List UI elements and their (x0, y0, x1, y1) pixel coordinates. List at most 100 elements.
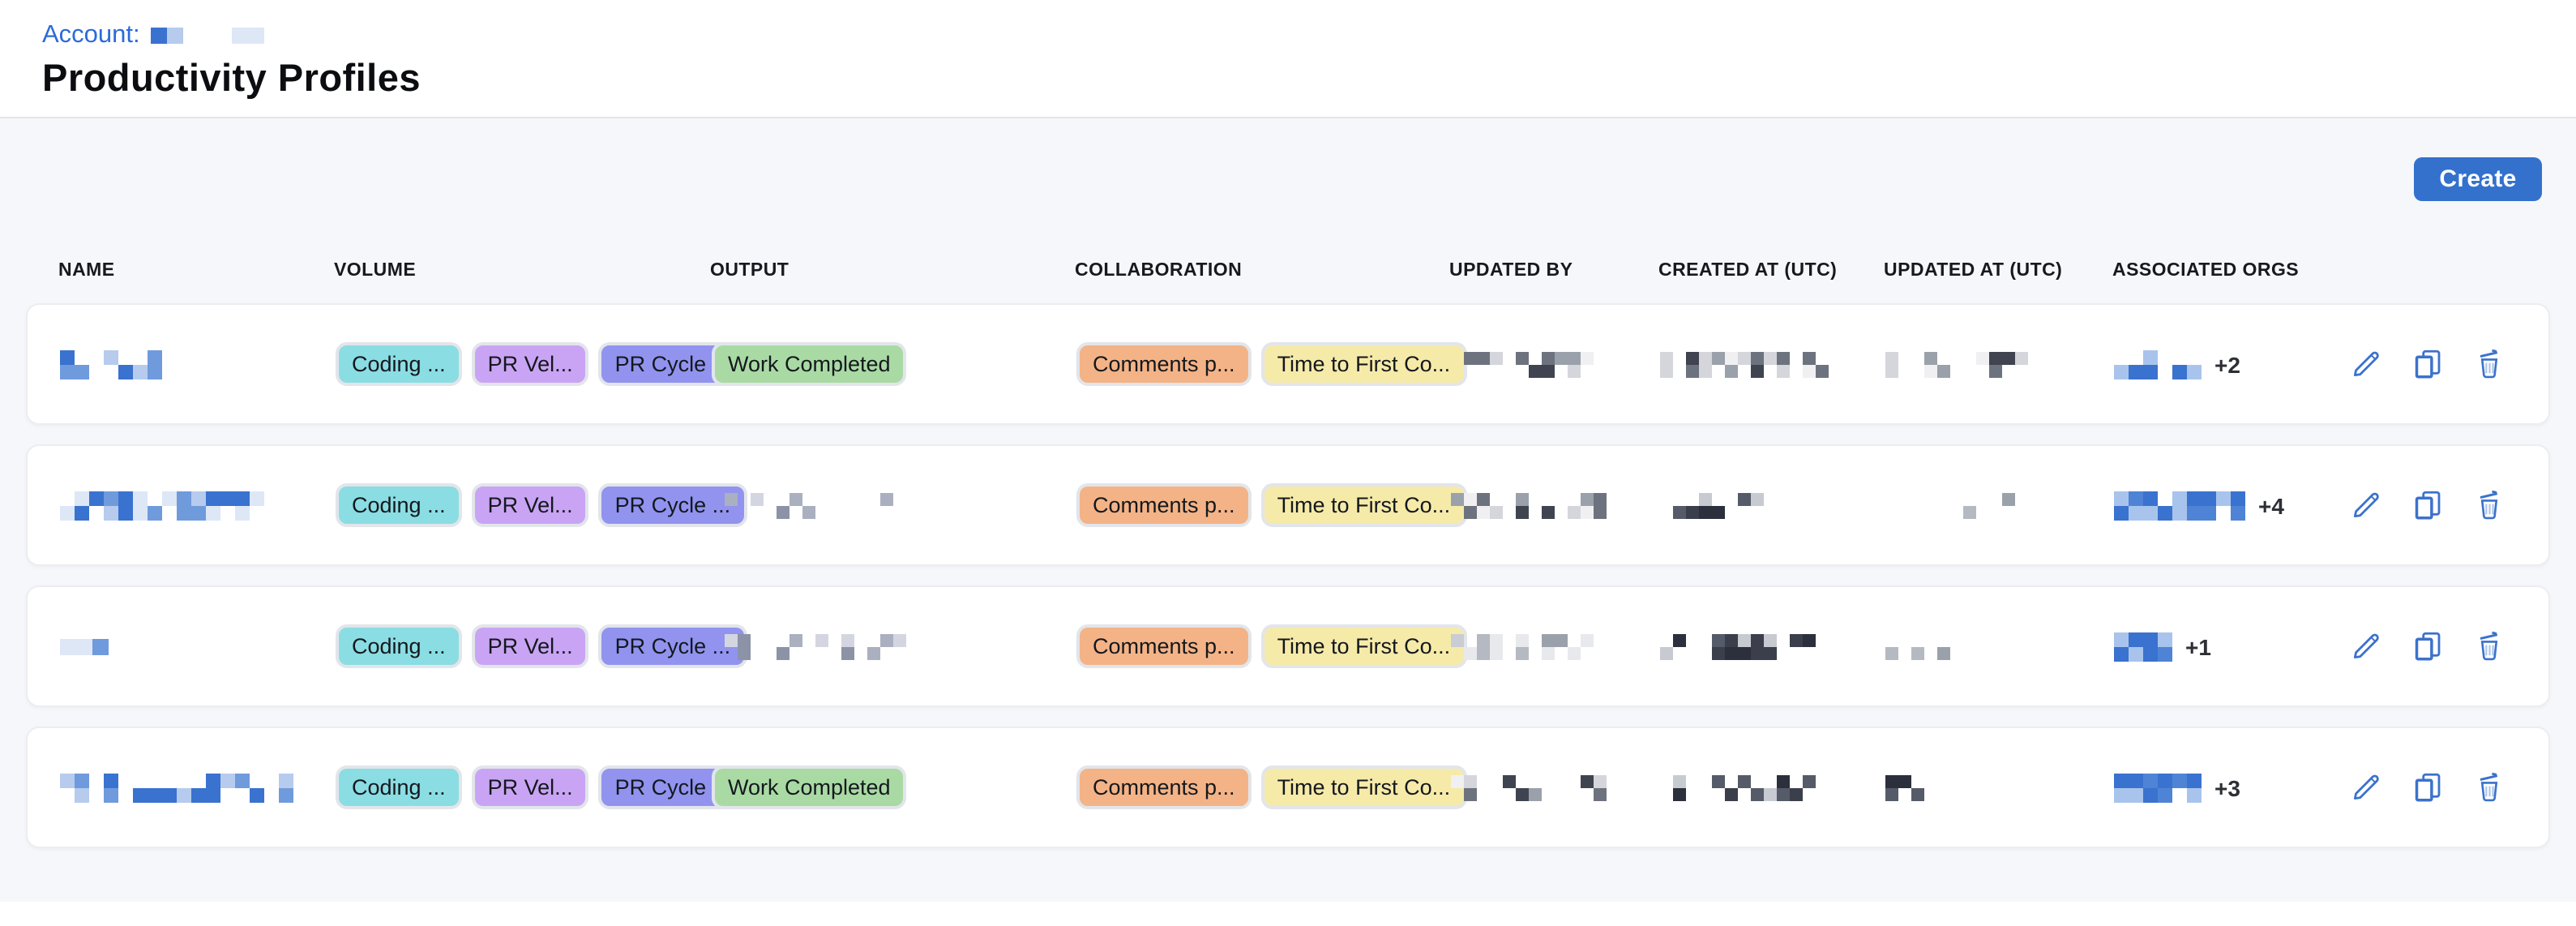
cell-output: Work Completed (712, 342, 1076, 386)
edit-button[interactable] (2349, 629, 2383, 663)
associated-orgs-more-count: +2 (2214, 351, 2240, 377)
duplicate-button[interactable] (2411, 629, 2445, 663)
redacted-updated-at (1885, 351, 2054, 377)
redacted-updated-at (1885, 774, 1924, 800)
redacted-updated-by (1451, 492, 1607, 518)
cell-volume: Coding ...PR Vel...PR Cycle ... (336, 624, 712, 668)
create-button[interactable]: Create (2414, 157, 2542, 201)
trash-icon (2472, 770, 2506, 804)
badge-pr-vel: PR Vel... (472, 624, 589, 668)
edit-button[interactable] (2349, 347, 2383, 381)
column-header-name: NAME (58, 261, 334, 281)
column-header-collaboration: COLLABORATION (1075, 261, 1449, 281)
redacted-output-metrics (712, 633, 919, 659)
delete-button[interactable] (2472, 770, 2506, 804)
copy-icon (2411, 347, 2445, 381)
cell-associated-orgs: +4 (2114, 491, 2325, 520)
redacted-profile-name (60, 349, 206, 379)
cell-output: Work Completed (712, 765, 1076, 809)
column-header-volume: VOLUME (334, 261, 710, 281)
cell-volume: Coding ...PR Vel...PR Cycle ... (336, 483, 712, 527)
cell-updated-at (1885, 633, 2114, 659)
cell-name (60, 638, 336, 654)
redacted-created-at (1660, 492, 1764, 518)
cell-updated-at (1885, 774, 2114, 800)
edit-button[interactable] (2349, 488, 2383, 522)
table-row: Coding ...PR Vel...PR Cycle ... Comments… (26, 585, 2550, 707)
table-row: Coding ...PR Vel...PR Cycle ... Comments… (26, 444, 2550, 566)
badge-time-to-first-co: Time to First Co... (1261, 624, 1467, 668)
badge-pr-vel: PR Vel... (472, 483, 589, 527)
badge-time-to-first-co: Time to First Co... (1261, 765, 1467, 809)
duplicate-button[interactable] (2411, 770, 2445, 804)
associated-orgs-more-count: +4 (2258, 492, 2284, 518)
pencil-icon (2349, 347, 2383, 381)
duplicate-button[interactable] (2411, 347, 2445, 381)
cell-name (60, 491, 336, 520)
column-header-associated-orgs: ASSOCIATED ORGS (2112, 261, 2323, 281)
badge-coding: Coding ... (336, 624, 462, 668)
badge-comments-p: Comments p... (1076, 624, 1252, 668)
table-header-row: NAME VOLUME OUTPUT COLLABORATION UPDATED… (26, 261, 2550, 281)
column-header-created-at: CREATED AT (UTC) (1658, 261, 1884, 281)
main-content: Create NAME VOLUME OUTPUT COLLABORATION … (0, 117, 2576, 902)
cell-collaboration: Comments p...Time to First Co... (1076, 342, 1451, 386)
cell-actions (2325, 488, 2548, 522)
badge-work-completed: Work Completed (712, 765, 907, 809)
delete-button[interactable] (2472, 488, 2506, 522)
trash-icon (2472, 629, 2506, 663)
cell-updated-by (1451, 774, 1660, 800)
delete-button[interactable] (2472, 629, 2506, 663)
badge-work-completed: Work Completed (712, 342, 907, 386)
copy-icon (2411, 488, 2445, 522)
copy-icon (2411, 629, 2445, 663)
page-header: Account: Productivity Profiles (0, 0, 2576, 117)
cell-actions (2325, 770, 2548, 804)
redacted-associated-orgs (2114, 632, 2172, 661)
cell-updated-by (1451, 633, 1660, 659)
cell-volume: Coding ...PR Vel...PR Cycle ... (336, 342, 712, 386)
badge-comments-p: Comments p... (1076, 483, 1252, 527)
column-header-updated-at: UPDATED AT (UTC) (1884, 261, 2112, 281)
redacted-associated-orgs (2114, 349, 2202, 379)
pencil-icon (2349, 488, 2383, 522)
badge-time-to-first-co: Time to First Co... (1261, 342, 1467, 386)
badge-coding: Coding ... (336, 342, 462, 386)
cell-updated-by (1451, 492, 1660, 518)
redacted-associated-orgs (2114, 773, 2202, 802)
badge-coding: Coding ... (336, 483, 462, 527)
redacted-created-at (1660, 351, 1829, 377)
cell-name (60, 349, 336, 379)
cell-collaboration: Comments p...Time to First Co... (1076, 624, 1451, 668)
cell-updated-at (1885, 492, 2114, 518)
badge-time-to-first-co: Time to First Co... (1261, 483, 1467, 527)
page-footer-strip (0, 902, 2576, 924)
trash-icon (2472, 488, 2506, 522)
account-link[interactable]: Account: (42, 24, 140, 45)
cell-actions (2325, 629, 2548, 663)
cell-actions (2325, 347, 2548, 381)
cell-created-at (1660, 633, 1885, 659)
associated-orgs-more-count: +1 (2185, 633, 2211, 659)
page-title: Productivity Profiles (42, 57, 2576, 101)
pencil-icon (2349, 770, 2383, 804)
pencil-icon (2349, 629, 2383, 663)
cell-associated-orgs: +1 (2114, 632, 2325, 661)
badge-comments-p: Comments p... (1076, 342, 1252, 386)
table-row: Coding ...PR Vel...PR Cycle ... Work Com… (26, 727, 2550, 848)
trash-icon (2472, 347, 2506, 381)
redacted-profile-name (60, 491, 279, 520)
cell-associated-orgs: +2 (2114, 349, 2325, 379)
duplicate-button[interactable] (2411, 488, 2445, 522)
cell-updated-at (1885, 351, 2114, 377)
redacted-updated-by (1451, 774, 1620, 800)
delete-button[interactable] (2472, 347, 2506, 381)
cell-collaboration: Comments p...Time to First Co... (1076, 483, 1451, 527)
redacted-created-at (1660, 774, 1816, 800)
redacted-output-metrics (712, 492, 919, 518)
cell-collaboration: Comments p...Time to First Co... (1076, 765, 1451, 809)
cell-name (60, 773, 336, 802)
edit-button[interactable] (2349, 770, 2383, 804)
toolbar: Create (0, 118, 2576, 201)
badge-comments-p: Comments p... (1076, 765, 1252, 809)
